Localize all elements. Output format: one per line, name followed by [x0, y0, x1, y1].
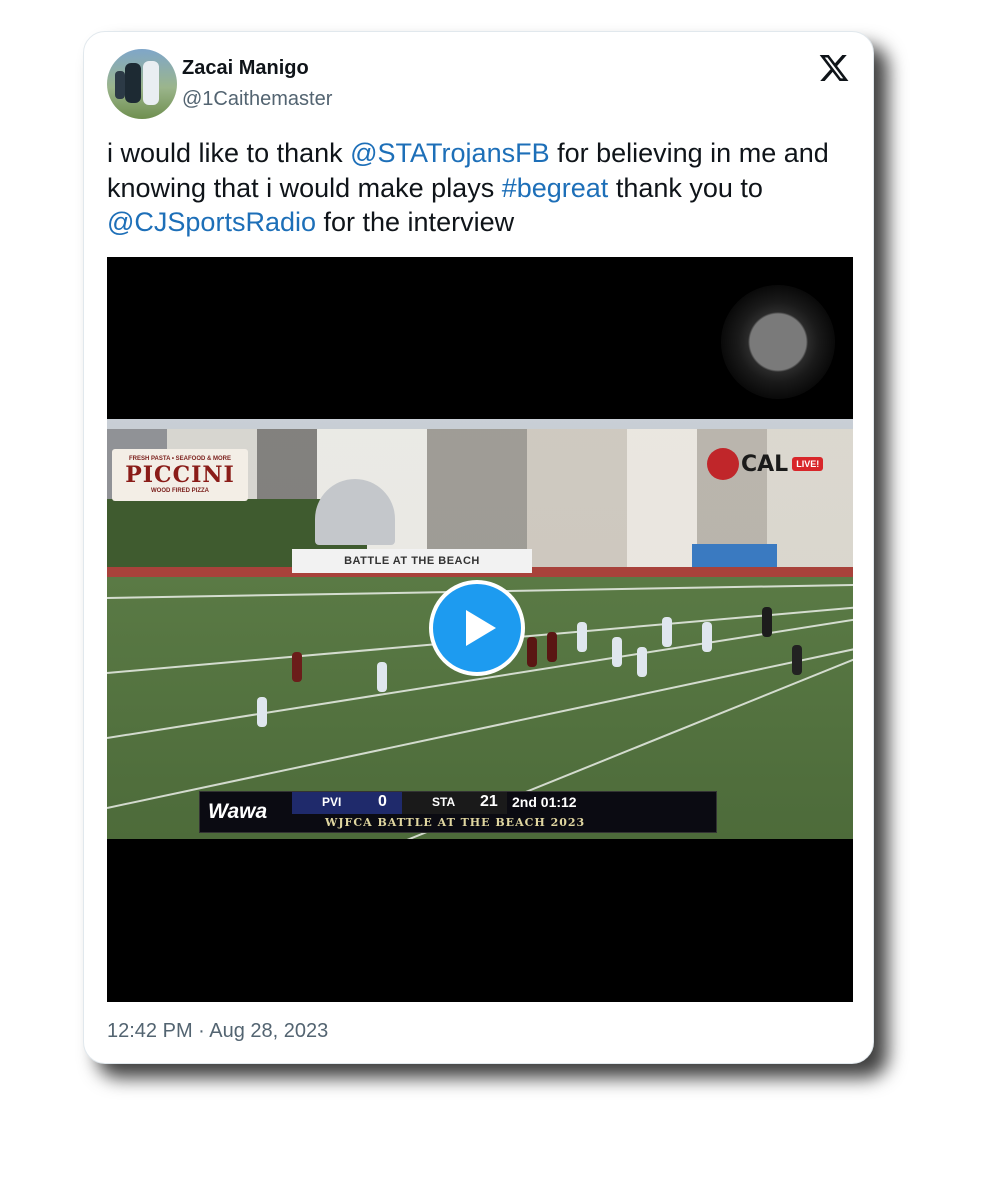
team-away-name: STA	[432, 795, 456, 809]
tweet-card: Zacai Manigo @1Caithemaster i would like…	[83, 31, 874, 1064]
avatar[interactable]	[107, 49, 177, 119]
team-away-score: 21	[480, 793, 498, 810]
team-home: PVI 0	[292, 792, 402, 814]
hashtag-begreat-link[interactable]: #begreat	[502, 173, 609, 203]
game-clock: 2nd 01:12	[512, 794, 577, 810]
play-icon	[466, 610, 496, 646]
team-home-score: 0	[378, 793, 387, 810]
scorebug: Wawa PVI 0 STA 21 2nd 01:12 WJFCA BATTLE…	[199, 791, 717, 833]
sponsor-sub-text: WOOD FIRED PIZZA	[151, 488, 209, 494]
author-handle[interactable]: @1Caithemaster	[182, 88, 332, 111]
sponsor-name: PICCINI	[125, 462, 235, 488]
tweet-text-part: thank you to	[608, 172, 763, 203]
play-button[interactable]	[429, 580, 525, 676]
network-name: CAL	[741, 451, 789, 477]
tweet-text-part: for the interview	[316, 207, 515, 237]
mention-statrojansfb-link[interactable]: @STATrojansFB	[350, 138, 549, 168]
team-away: STA 21	[402, 792, 507, 814]
network-logo: CAL LIVE!	[707, 447, 837, 481]
mention-cjsportsradio-link[interactable]: @CJSportsRadio	[107, 207, 316, 237]
tweet-timestamp[interactable]: 12:42 PM · Aug 28, 2023	[107, 1020, 328, 1043]
tweet-text-part: i would like to thank	[107, 138, 351, 168]
team-home-name: PVI	[322, 795, 342, 809]
live-badge: LIVE!	[792, 457, 824, 471]
tweet-text: i would like to thank @STATrojansFB for …	[107, 136, 847, 240]
sponsor-logo: FRESH PASTA • SEAFOOD & MORE PICCINI WOO…	[112, 449, 248, 501]
scorebug-sponsor: Wawa	[208, 800, 268, 823]
x-logo-icon[interactable]	[817, 52, 851, 84]
author-name[interactable]: Zacai Manigo	[182, 57, 309, 80]
battle-banner: BATTLE AT THE BEACH	[292, 549, 532, 573]
football-icon	[707, 448, 739, 480]
record-icon	[721, 285, 835, 399]
event-name: WJFCA BATTLE AT THE BEACH 2023	[325, 816, 586, 829]
video-player[interactable]: BATTLE AT THE BEACH FRESH PASTA • SEAFOO…	[107, 257, 853, 1002]
